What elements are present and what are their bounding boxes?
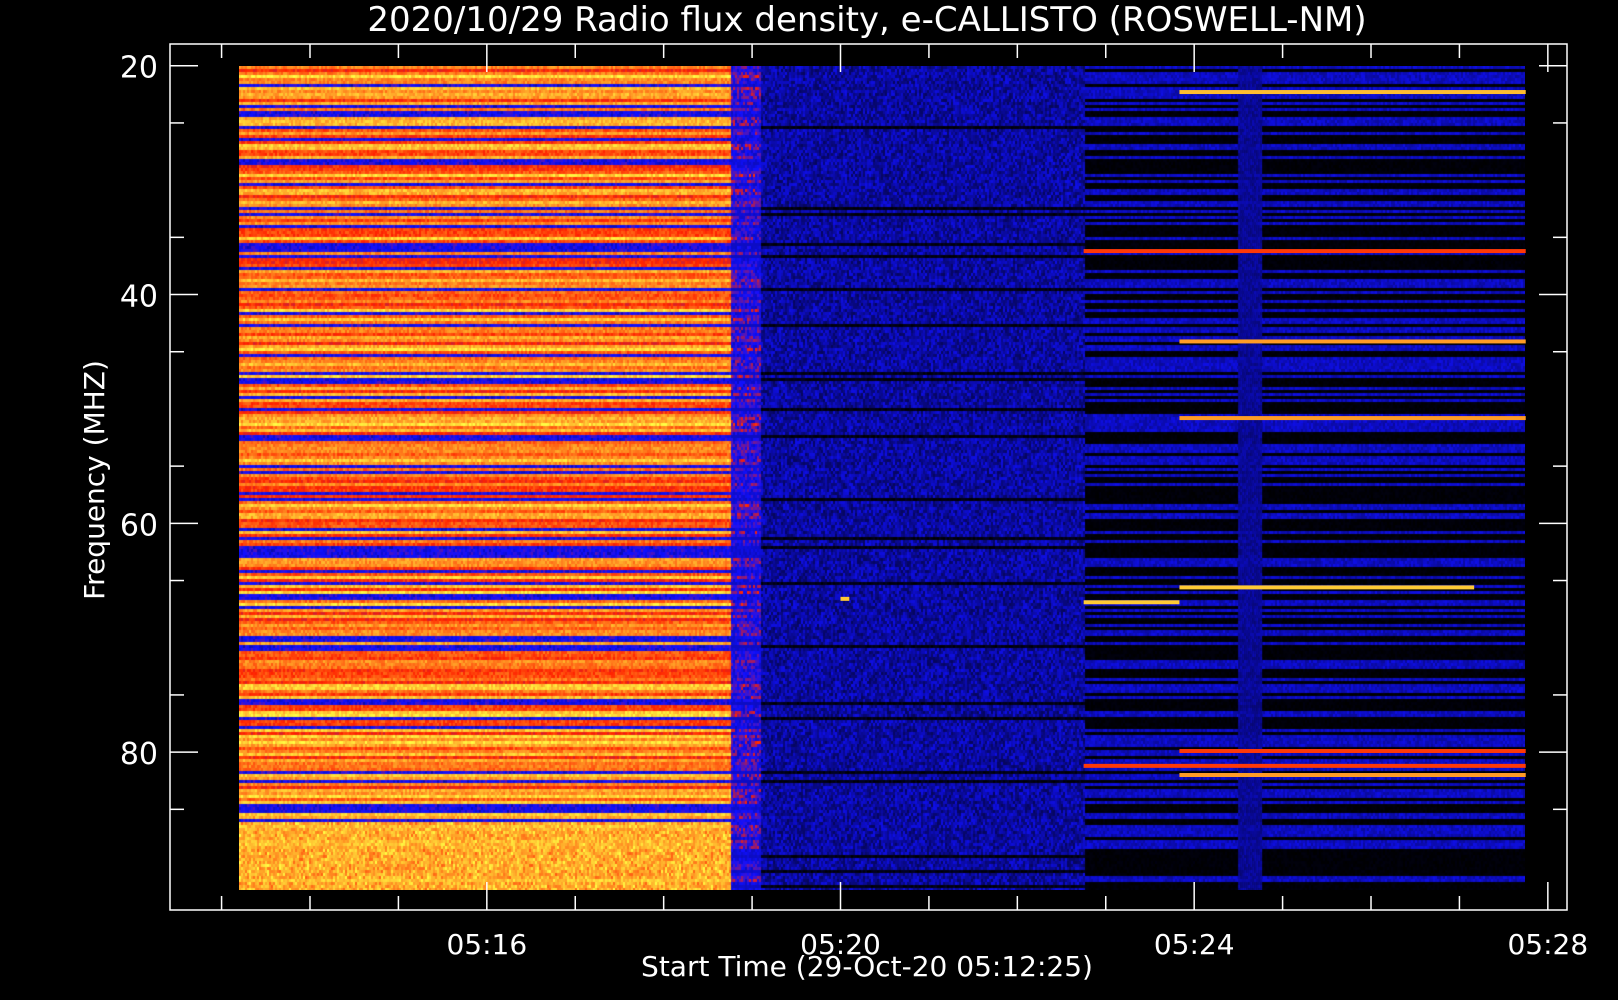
x-tick-label: 05:20 — [800, 928, 881, 961]
bright-line-2 — [1179, 339, 1526, 344]
bright-line-8 — [1179, 773, 1526, 778]
y-tick-label: 60 — [120, 508, 158, 543]
y-axis-label: Frequency (MHZ) — [78, 360, 111, 600]
bright-line-4 — [1179, 585, 1475, 590]
bright-line-6 — [840, 596, 850, 601]
chart-title: 2020/10/29 Radio flux density, e-CALLIST… — [367, 0, 1366, 40]
bright-line-0 — [1179, 90, 1526, 95]
y-tick-label: 20 — [120, 51, 158, 86]
bright-line-7 — [1083, 763, 1526, 768]
x-tick-label: 05:28 — [1507, 928, 1588, 961]
y-tick-label: 40 — [120, 280, 158, 315]
spectrogram-chart: 2020/10/29 Radio flux density, e-CALLIST… — [0, 0, 1618, 1000]
heatmap-area — [239, 65, 1526, 890]
bright-line-1 — [1083, 249, 1526, 254]
x-tick-label: 05:16 — [446, 928, 527, 961]
bright-line-5 — [1083, 600, 1180, 605]
y-tick-label: 80 — [120, 737, 158, 772]
bright-line-3 — [1179, 416, 1526, 421]
bright-line-9 — [1179, 748, 1526, 753]
x-tick-label: 05:24 — [1154, 928, 1235, 961]
